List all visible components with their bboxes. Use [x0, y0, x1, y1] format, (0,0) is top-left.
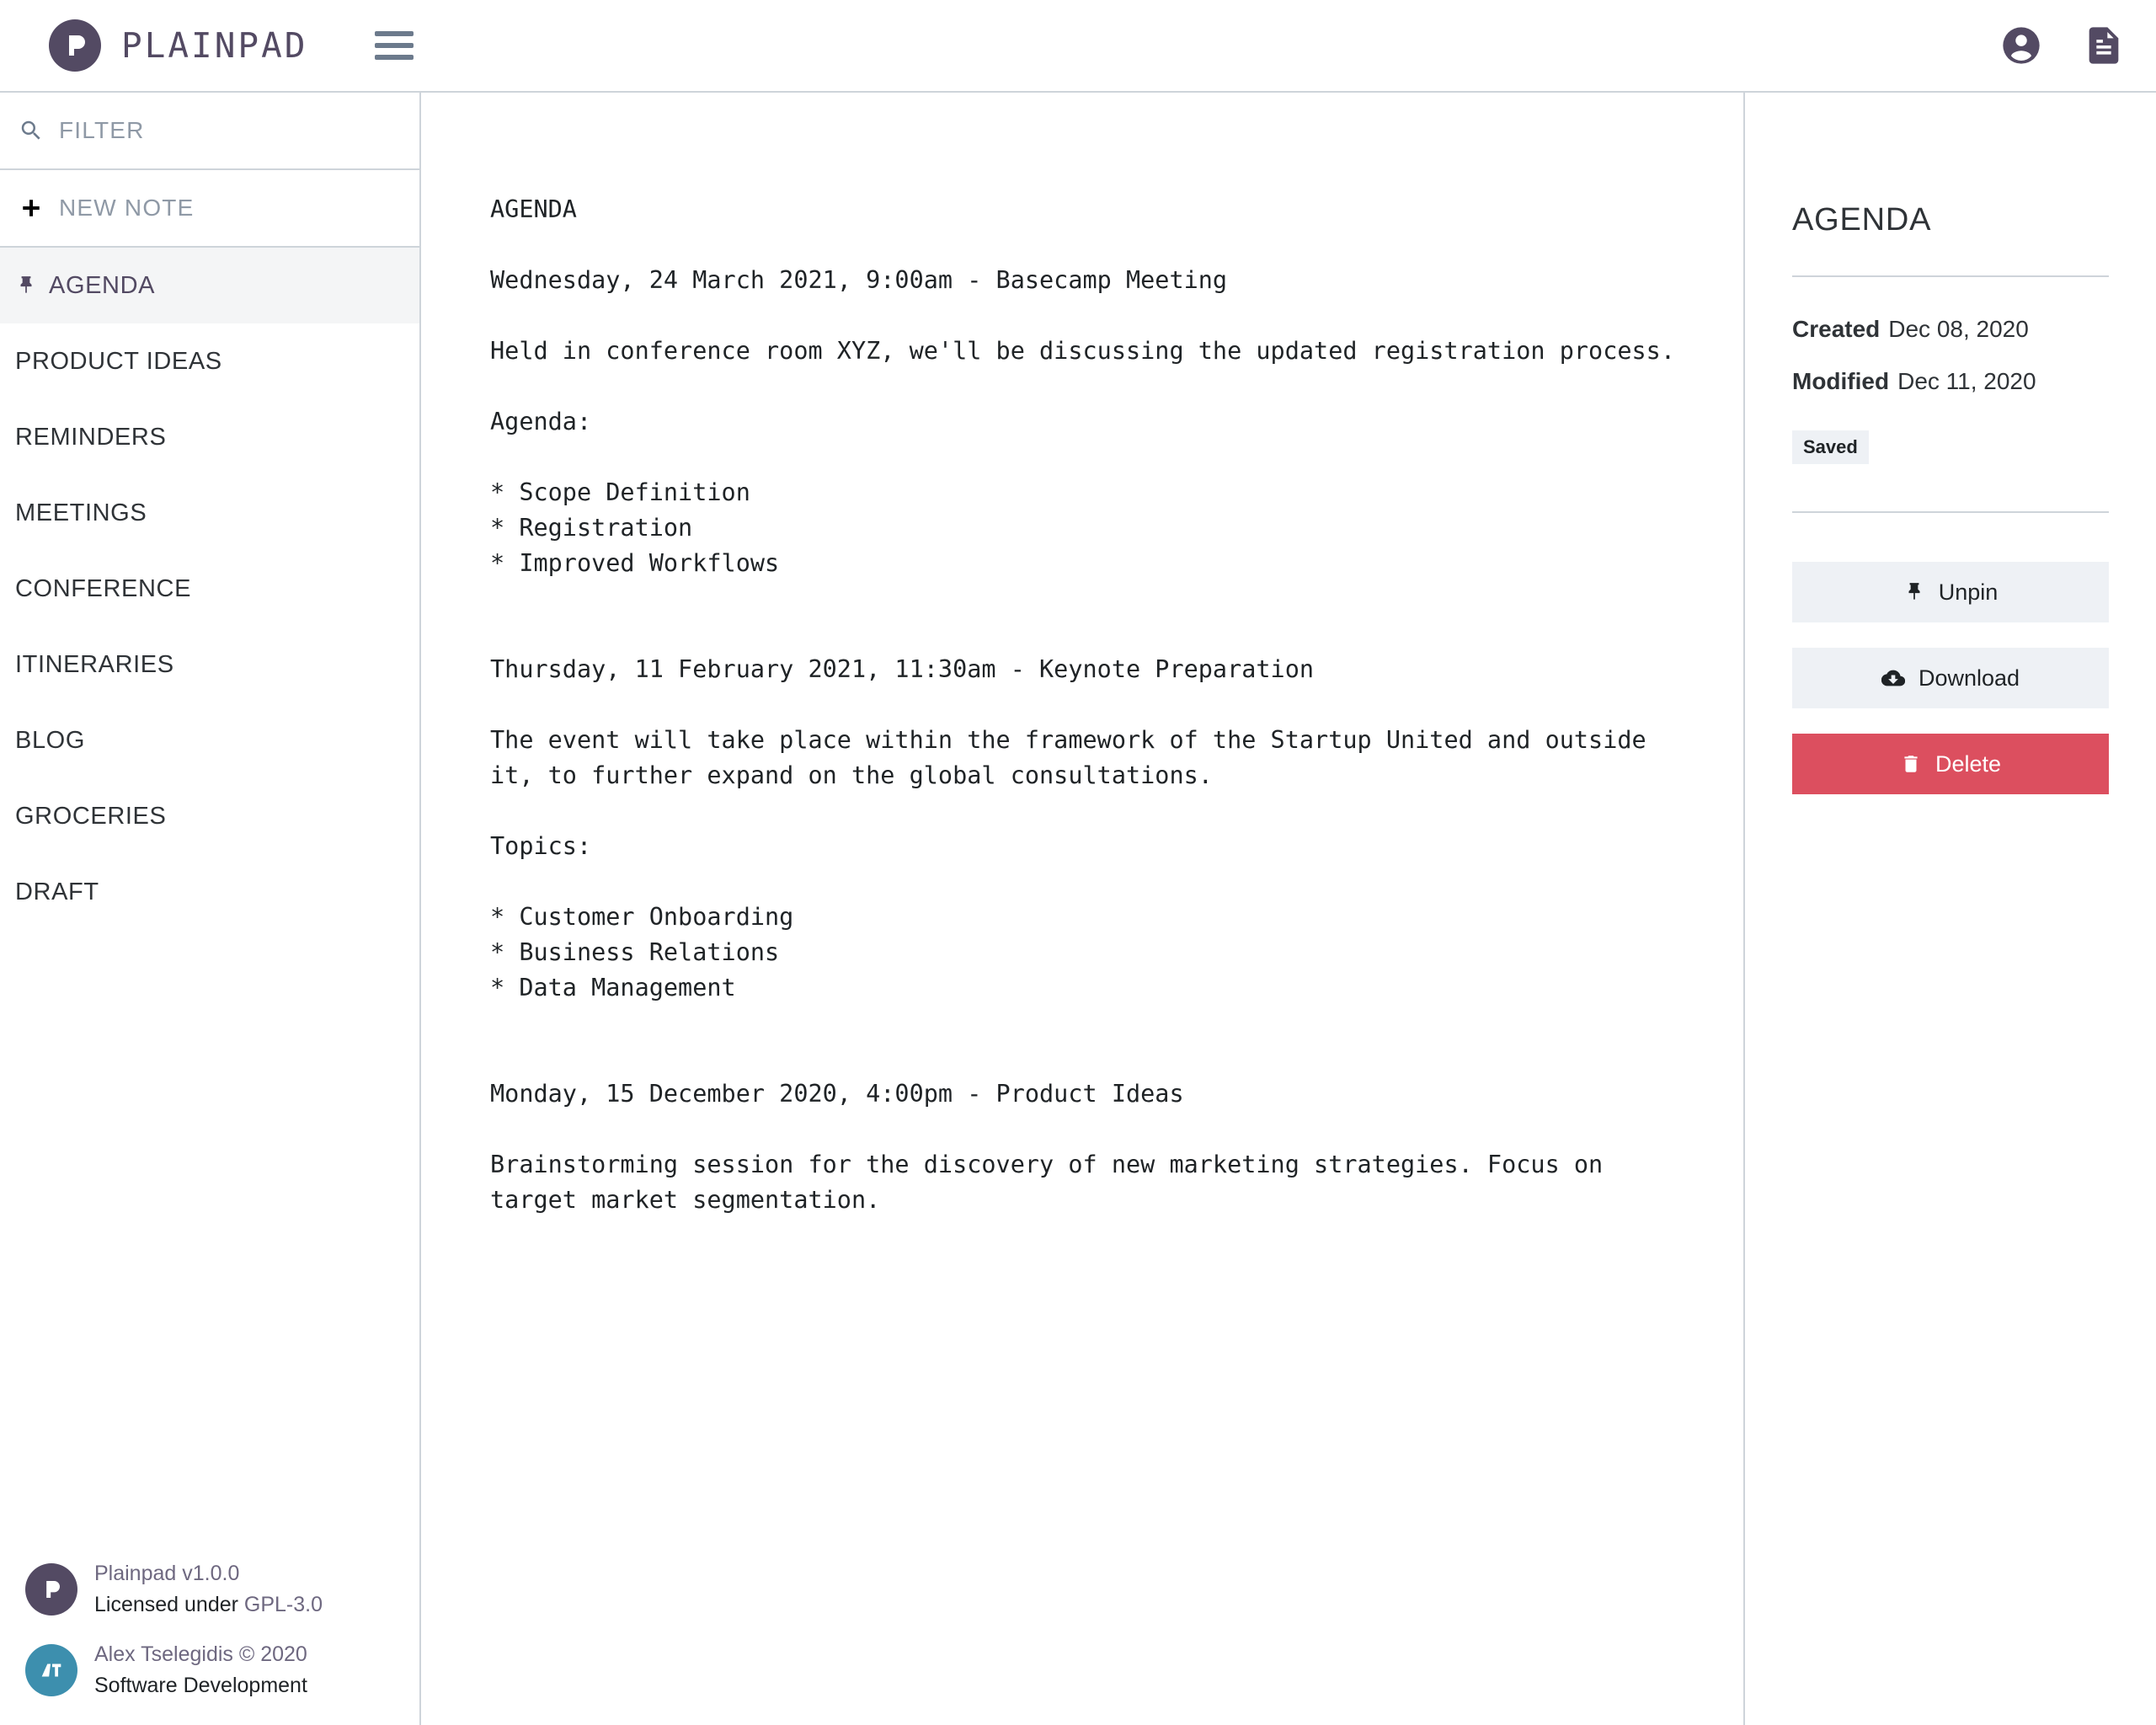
- footer-author-info: Alex Tselegidis © 2020 Software Developm…: [25, 1641, 419, 1700]
- search-input-placeholder: FILTER: [59, 117, 145, 143]
- note-actions: Unpin Download Delete: [1792, 511, 2109, 794]
- status-badge: Saved: [1792, 430, 1869, 464]
- sidebar-item-label: REMINDERS: [15, 423, 167, 451]
- new-note-button[interactable]: NEW NOTE: [0, 170, 419, 248]
- sidebar-item-groceries[interactable]: GROCERIES: [0, 778, 419, 854]
- divider: [1792, 275, 2109, 277]
- sidebar-item-blog[interactable]: BLOG: [0, 702, 419, 778]
- author-avatar: [25, 1644, 77, 1696]
- sidebar-item-reminders[interactable]: REMINDERS: [0, 399, 419, 475]
- delete-button[interactable]: Delete: [1792, 734, 2109, 794]
- sidebar-item-agenda[interactable]: AGENDA: [0, 248, 419, 323]
- note-content[interactable]: AGENDA Wednesday, 24 March 2021, 9:00am …: [490, 192, 1693, 1218]
- unpin-label: Unpin: [1938, 579, 1999, 605]
- hamburger-bar: [375, 55, 414, 60]
- brand: PLAINPAD: [49, 19, 307, 72]
- plainpad-logo-icon: [49, 19, 101, 72]
- plainpad-logo-icon: [25, 1563, 77, 1616]
- new-note-label: NEW NOTE: [59, 195, 195, 221]
- app-license-line: Licensed under GPL-3.0: [94, 1591, 323, 1619]
- sidebar-item-meetings[interactable]: MEETINGS: [0, 475, 419, 551]
- pin-icon: [1903, 581, 1925, 603]
- footer-app-info: Plainpad v1.0.0 Licensed under GPL-3.0: [25, 1560, 419, 1619]
- license-link[interactable]: GPL-3.0: [244, 1593, 323, 1616]
- sidebar-item-label: BLOG: [15, 726, 85, 754]
- license-prefix: Licensed under: [94, 1593, 244, 1616]
- modified-value: Dec 11, 2020: [1897, 368, 2036, 394]
- modified-label: Modified: [1792, 368, 1890, 394]
- note-details-panel: AGENDA Created Dec 08, 2020 Modified Dec 1…: [1743, 93, 2156, 1725]
- modified-row: Modified Dec 11, 2020: [1792, 368, 2109, 395]
- sidebar-item-label: DRAFT: [15, 878, 99, 905]
- note-metadata: Created Dec 08, 2020 Modified Dec 11, 2020: [1792, 316, 2109, 395]
- cloud-download-icon: [1881, 666, 1905, 690]
- sidebar-item-label: GROCERIES: [15, 802, 167, 830]
- app-header: PLAINPAD: [0, 0, 2156, 93]
- sidebar-item-label: CONFERENCE: [15, 574, 192, 602]
- account-circle-icon[interactable]: [1999, 24, 2043, 67]
- note-editor[interactable]: AGENDA Wednesday, 24 March 2021, 9:00am …: [421, 93, 1743, 1725]
- app-version: Plainpad v1.0.0: [94, 1562, 240, 1585]
- sidebar-item-label: PRODUCT IDEAS: [15, 347, 222, 375]
- sidebar-footer: Plainpad v1.0.0 Licensed under GPL-3.0 A…: [0, 1538, 419, 1725]
- search-icon: [19, 118, 44, 143]
- trash-icon: [1900, 753, 1922, 775]
- plus-icon: [19, 195, 44, 221]
- unpin-button[interactable]: Unpin: [1792, 562, 2109, 622]
- download-label: Download: [1918, 665, 2020, 691]
- plainpad-app: PLAINPAD FILTER NEW NOTE AGENDA PRODUCT …: [0, 0, 2156, 1725]
- note-list: AGENDA PRODUCT IDEAS REMINDERS MEETINGS CONF…: [0, 248, 419, 1538]
- hamburger-bar: [375, 31, 414, 36]
- author-role: Software Development: [94, 1674, 307, 1697]
- pin-icon: [15, 275, 37, 296]
- sidebar-item-product-ideas[interactable]: PRODUCT IDEAS: [0, 323, 419, 399]
- hamburger-bar: [375, 43, 414, 48]
- app-body: FILTER NEW NOTE AGENDA PRODUCT IDEAS REMIN…: [0, 93, 2156, 1725]
- sidebar-item-itineraries[interactable]: ITINERARIES: [0, 627, 419, 702]
- page-title: AGENDA: [1792, 202, 1932, 238]
- created-label: Created: [1792, 316, 1881, 342]
- download-button[interactable]: Download: [1792, 648, 2109, 708]
- created-row: Created Dec 08, 2020: [1792, 316, 2109, 343]
- brand-name: PLAINPAD: [121, 25, 308, 66]
- document-icon[interactable]: [2082, 24, 2126, 67]
- hamburger-icon[interactable]: [375, 31, 414, 60]
- sidebar: FILTER NEW NOTE AGENDA PRODUCT IDEAS REMIN…: [0, 93, 421, 1725]
- delete-label: Delete: [1935, 750, 2002, 777]
- sidebar-item-draft[interactable]: DRAFT: [0, 854, 419, 930]
- created-value: Dec 08, 2020: [1888, 316, 2029, 342]
- author-name: Alex Tselegidis © 2020: [94, 1642, 307, 1666]
- header-actions: [1999, 24, 2126, 67]
- sidebar-item-label: ITINERARIES: [15, 650, 174, 678]
- search-input[interactable]: FILTER: [0, 93, 419, 170]
- sidebar-item-label: MEETINGS: [15, 499, 147, 526]
- sidebar-item-label: AGENDA: [49, 271, 156, 299]
- sidebar-item-conference[interactable]: CONFERENCE: [0, 551, 419, 627]
